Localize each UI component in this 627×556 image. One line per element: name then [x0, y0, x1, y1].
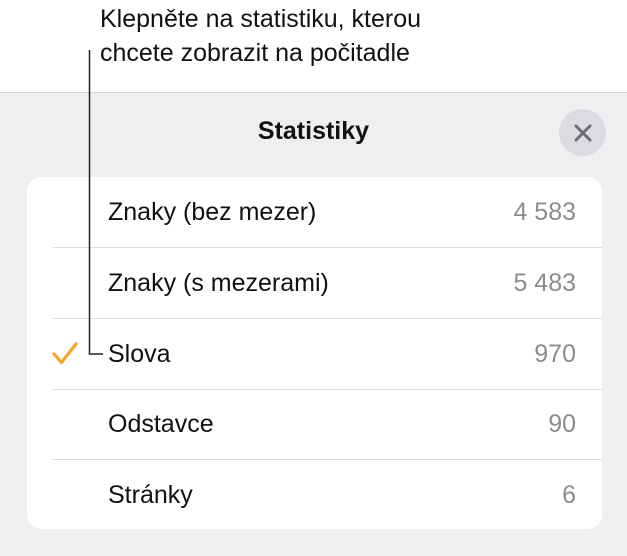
stat-label: Stránky	[108, 481, 193, 509]
checkmark-icon	[52, 342, 78, 365]
stat-value: 4 583	[513, 198, 576, 226]
stat-value: 6	[562, 481, 576, 509]
stat-label: Odstavce	[108, 410, 214, 438]
stat-label: Slova	[108, 340, 171, 368]
stat-row-characters-with-spaces[interactable]: Znaky (s mezerami) 5 483	[27, 248, 602, 319]
stat-row-paragraphs[interactable]: Odstavce 90	[27, 389, 602, 460]
close-button[interactable]	[559, 109, 606, 156]
statistics-list: Znaky (bez mezer) 4 583 Znaky (s mezeram…	[27, 177, 602, 529]
stat-value: 970	[534, 340, 576, 368]
close-icon	[574, 124, 591, 141]
stat-value: 5 483	[513, 269, 576, 297]
stat-row-words[interactable]: Slova 970	[27, 319, 602, 390]
stat-row-characters-no-spaces[interactable]: Znaky (bez mezer) 4 583	[27, 177, 602, 248]
callout-line-2: chcete zobrazit na počitadle	[100, 39, 410, 67]
stat-value: 90	[548, 410, 576, 438]
stat-row-pages[interactable]: Stránky 6	[27, 460, 602, 529]
stat-label: Znaky (s mezerami)	[108, 269, 329, 297]
stat-label: Znaky (bez mezer)	[108, 198, 317, 226]
callout-line-1: Klepněte na statistiku, kterou	[100, 5, 422, 33]
callout-leader-line	[88, 50, 103, 355]
callout-text: Klepněte na statistiku, kterou chcete zo…	[100, 2, 600, 70]
